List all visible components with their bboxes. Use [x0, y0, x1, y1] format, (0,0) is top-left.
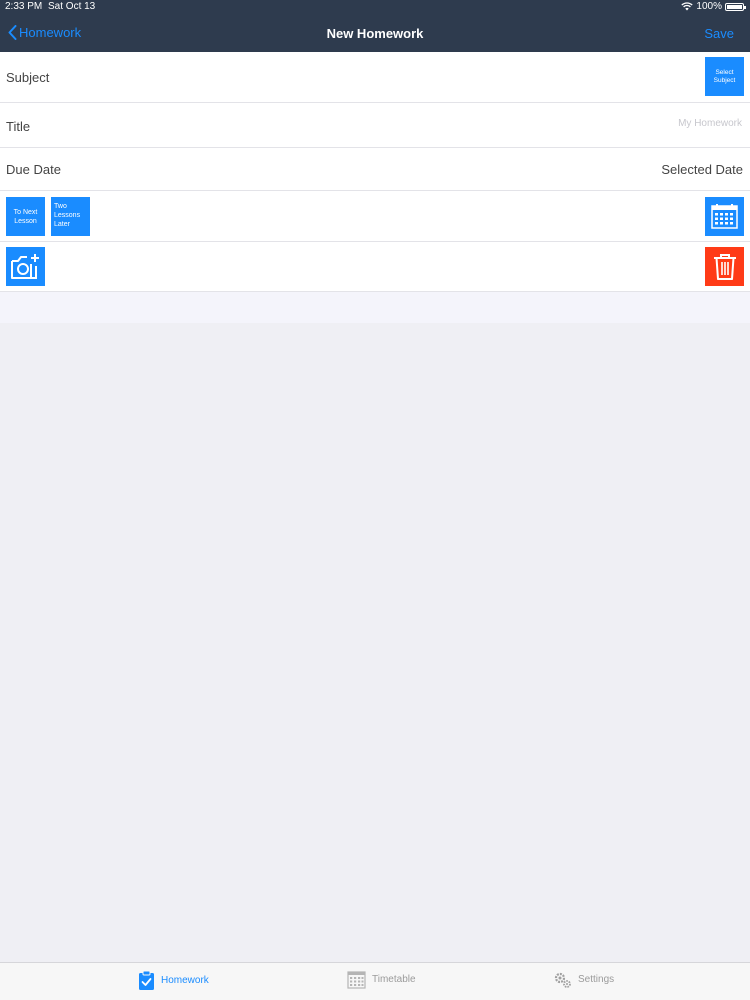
save-button[interactable]: Save	[704, 26, 734, 41]
tab-timetable[interactable]: Timetable	[347, 970, 416, 989]
tab-homework[interactable]: Homework	[138, 970, 209, 991]
subject-row: Subject Select Subject	[0, 52, 750, 103]
tab-settings[interactable]: Settings	[553, 970, 614, 989]
subject-label: Subject	[6, 70, 50, 85]
calendar-icon	[711, 204, 738, 229]
homework-form: Subject Select Subject Title Due Date Se…	[0, 52, 750, 323]
status-time: 2:33 PM	[5, 1, 43, 12]
status-date: Sat Oct 13	[48, 1, 96, 12]
to-next-lesson-button[interactable]: To Next Lesson	[6, 197, 45, 236]
tab-timetable-label: Timetable	[372, 974, 416, 985]
tab-bar: Homework Timetable Settings	[0, 962, 750, 1000]
camera-plus-icon	[11, 253, 39, 279]
page-title: New Homework	[326, 26, 424, 41]
title-row: Title	[0, 103, 750, 148]
title-label: Title	[6, 119, 31, 134]
status-bar: 2:33 PM Sat Oct 13 100%	[0, 0, 750, 14]
title-input[interactable]	[440, 117, 744, 130]
due-date-value[interactable]: Selected Date	[661, 162, 743, 177]
attachments-row	[0, 242, 750, 292]
two-lessons-later-button[interactable]: Two Lessons Later	[51, 197, 90, 236]
navigation-bar: Homework New Homework Save	[0, 14, 750, 53]
calendar-button[interactable]	[705, 197, 744, 236]
select-subject-button[interactable]: Select Subject	[705, 57, 744, 96]
battery-icon	[725, 2, 746, 11]
clipboard-check-icon	[139, 970, 154, 990]
status-indicators: 100%	[681, 1, 746, 12]
add-photo-button[interactable]	[6, 247, 45, 286]
gear-icon	[554, 972, 571, 988]
empty-row	[0, 292, 750, 323]
delete-button[interactable]	[705, 247, 744, 286]
trash-icon	[713, 253, 736, 280]
wifi-icon	[681, 2, 694, 11]
due-date-shortcuts-row: To Next Lesson Two Lessons Later	[0, 191, 750, 242]
battery-percent: 100%	[696, 1, 722, 12]
calendar-grid-icon	[347, 971, 366, 989]
tab-settings-label: Settings	[578, 974, 615, 985]
due-date-label: Due Date	[6, 162, 61, 177]
due-date-row: Due Date Selected Date	[0, 148, 750, 191]
tab-homework-label: Homework	[161, 975, 209, 986]
